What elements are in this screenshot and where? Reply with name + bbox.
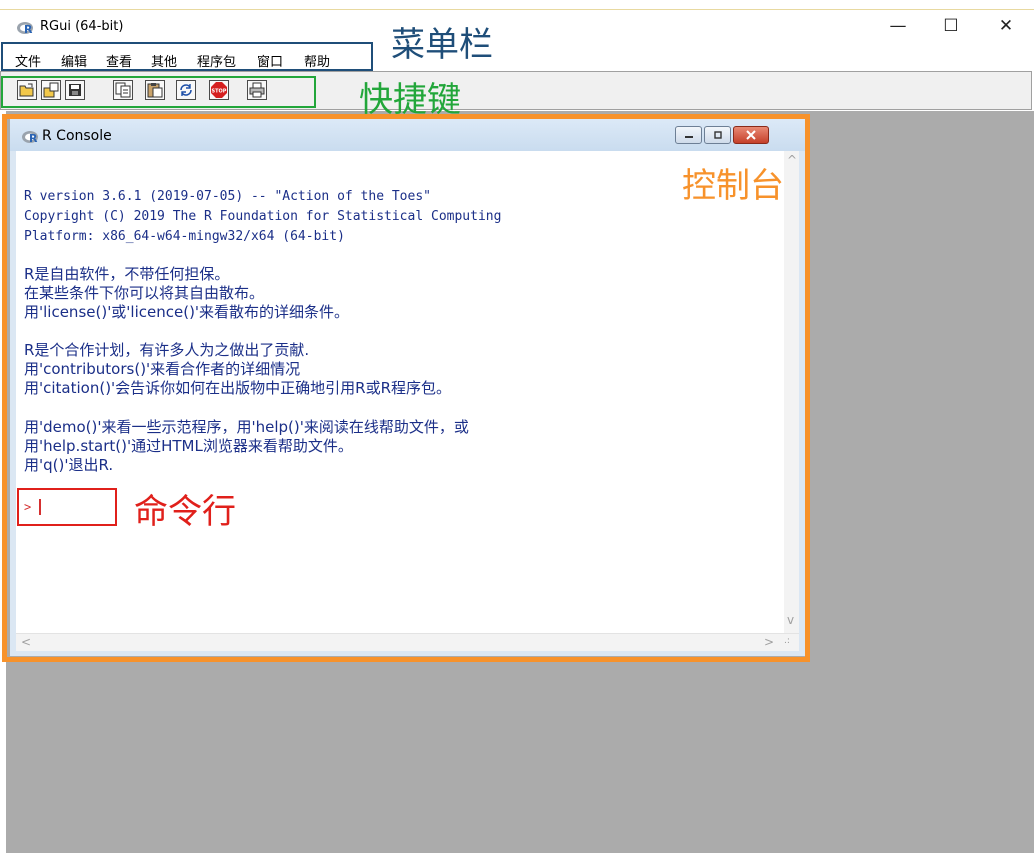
console-line: 用'contributors()'来看合作者的详细情况	[24, 360, 301, 378]
vertical-scrollbar[interactable]: ^ v	[784, 151, 799, 633]
paste-button[interactable]	[145, 80, 165, 100]
toolbar-annotation: 快捷键	[359, 80, 461, 120]
minimize-icon	[684, 136, 693, 138]
console-line: Copyright (C) 2019 The R Foundation for …	[24, 209, 502, 224]
resize-grip-icon[interactable]: .:	[784, 636, 790, 646]
console-line: R是个合作计划，有许多人为之做出了贡献.	[24, 341, 310, 359]
scroll-left-icon[interactable]: <	[21, 635, 31, 649]
text-cursor	[39, 499, 41, 515]
menu-misc[interactable]: 其他	[151, 51, 177, 70]
console-close-button[interactable]	[733, 126, 769, 144]
console-line: R version 3.6.1 (2019-07-05) -- "Action …	[24, 189, 431, 204]
refresh-icon	[180, 84, 192, 96]
menu-packages[interactable]: 程序包	[197, 51, 236, 70]
command-line[interactable]: >	[24, 497, 41, 517]
refresh-button[interactable]	[176, 80, 196, 100]
minimize-icon: —	[889, 16, 907, 36]
close-icon: ✕	[998, 16, 1014, 36]
save-workspace-button[interactable]	[65, 80, 85, 100]
menu-edit[interactable]: 编辑	[61, 51, 87, 70]
close-button[interactable]: ✕	[986, 14, 1026, 38]
stop-label: STOP	[212, 89, 227, 95]
console-title: R Console	[42, 128, 112, 144]
console-restore-button[interactable]	[704, 126, 731, 144]
command-line-annotation: 命令行	[134, 492, 236, 532]
save-icon	[69, 84, 81, 96]
r-logo-icon: R	[17, 22, 33, 35]
close-icon	[746, 130, 756, 140]
console-line: 用'citation()'会告诉你如何在出版物中正确地引用R或R程序包。	[24, 379, 452, 397]
window-title: RGui (64-bit)	[40, 19, 124, 34]
open-folder-icon	[19, 83, 34, 97]
scroll-right-icon[interactable]: >	[764, 635, 774, 649]
window-title-bar: R RGui (64-bit) — ☐ ✕	[0, 9, 1034, 43]
open-script-button[interactable]	[17, 80, 37, 100]
scroll-down-icon[interactable]: v	[787, 613, 794, 627]
restore-icon	[713, 131, 722, 139]
maximize-icon: ☐	[943, 16, 959, 36]
load-workspace-button[interactable]	[41, 80, 61, 100]
toolbar: STOP	[0, 71, 1032, 110]
console-line: 用'license()'或'licence()'来看散布的详细条件。	[24, 303, 350, 321]
prompt: >	[24, 500, 32, 514]
console-line: Platform: x86_64-w64-mingw32/x64 (64-bit…	[24, 229, 345, 244]
console-line: 用'q()'退出R.	[24, 456, 114, 474]
maximize-button[interactable]: ☐	[931, 14, 971, 38]
menubar-annotation: 菜单栏	[391, 25, 493, 65]
horizontal-scrollbar[interactable]: < > .:	[16, 633, 799, 651]
console-line: 用'demo()'来看一些示范程序，用'help()'来阅读在线帮助文件，或	[24, 418, 469, 436]
scroll-up-icon[interactable]: ^	[787, 153, 797, 167]
console-minimize-button[interactable]	[675, 126, 702, 144]
print-icon	[249, 82, 265, 98]
console-line: R是自由软件，不带任何担保。	[24, 265, 230, 283]
copy-icon	[115, 82, 131, 98]
stop-button[interactable]: STOP	[209, 80, 229, 100]
load-workspace-icon	[43, 82, 59, 98]
menu-help[interactable]: 帮助	[304, 51, 330, 70]
svg-text:R: R	[24, 23, 33, 35]
console-title-bar: R R Console	[10, 119, 805, 151]
svg-text:R: R	[29, 132, 38, 144]
menubar: 文件 编辑 查看 其他 程序包 窗口 帮助	[0, 43, 1034, 71]
console-annotation: 控制台	[682, 166, 784, 206]
stop-icon: STOP	[211, 82, 227, 98]
console-line: 用'help.start()'通过HTML浏览器来看帮助文件。	[24, 437, 353, 455]
menu-file[interactable]: 文件	[15, 51, 41, 70]
menu-view[interactable]: 查看	[106, 51, 132, 70]
print-button[interactable]	[247, 80, 267, 100]
console-line: 在某些条件下你可以将其自由散布。	[24, 284, 265, 302]
minimize-button[interactable]: —	[878, 14, 918, 38]
menu-windows[interactable]: 窗口	[257, 51, 283, 70]
copy-button[interactable]	[113, 80, 133, 100]
console-output[interactable]: R version 3.6.1 (2019-07-05) -- "Action …	[16, 151, 799, 651]
r-logo-icon: R	[22, 131, 38, 144]
paste-icon	[147, 83, 163, 98]
